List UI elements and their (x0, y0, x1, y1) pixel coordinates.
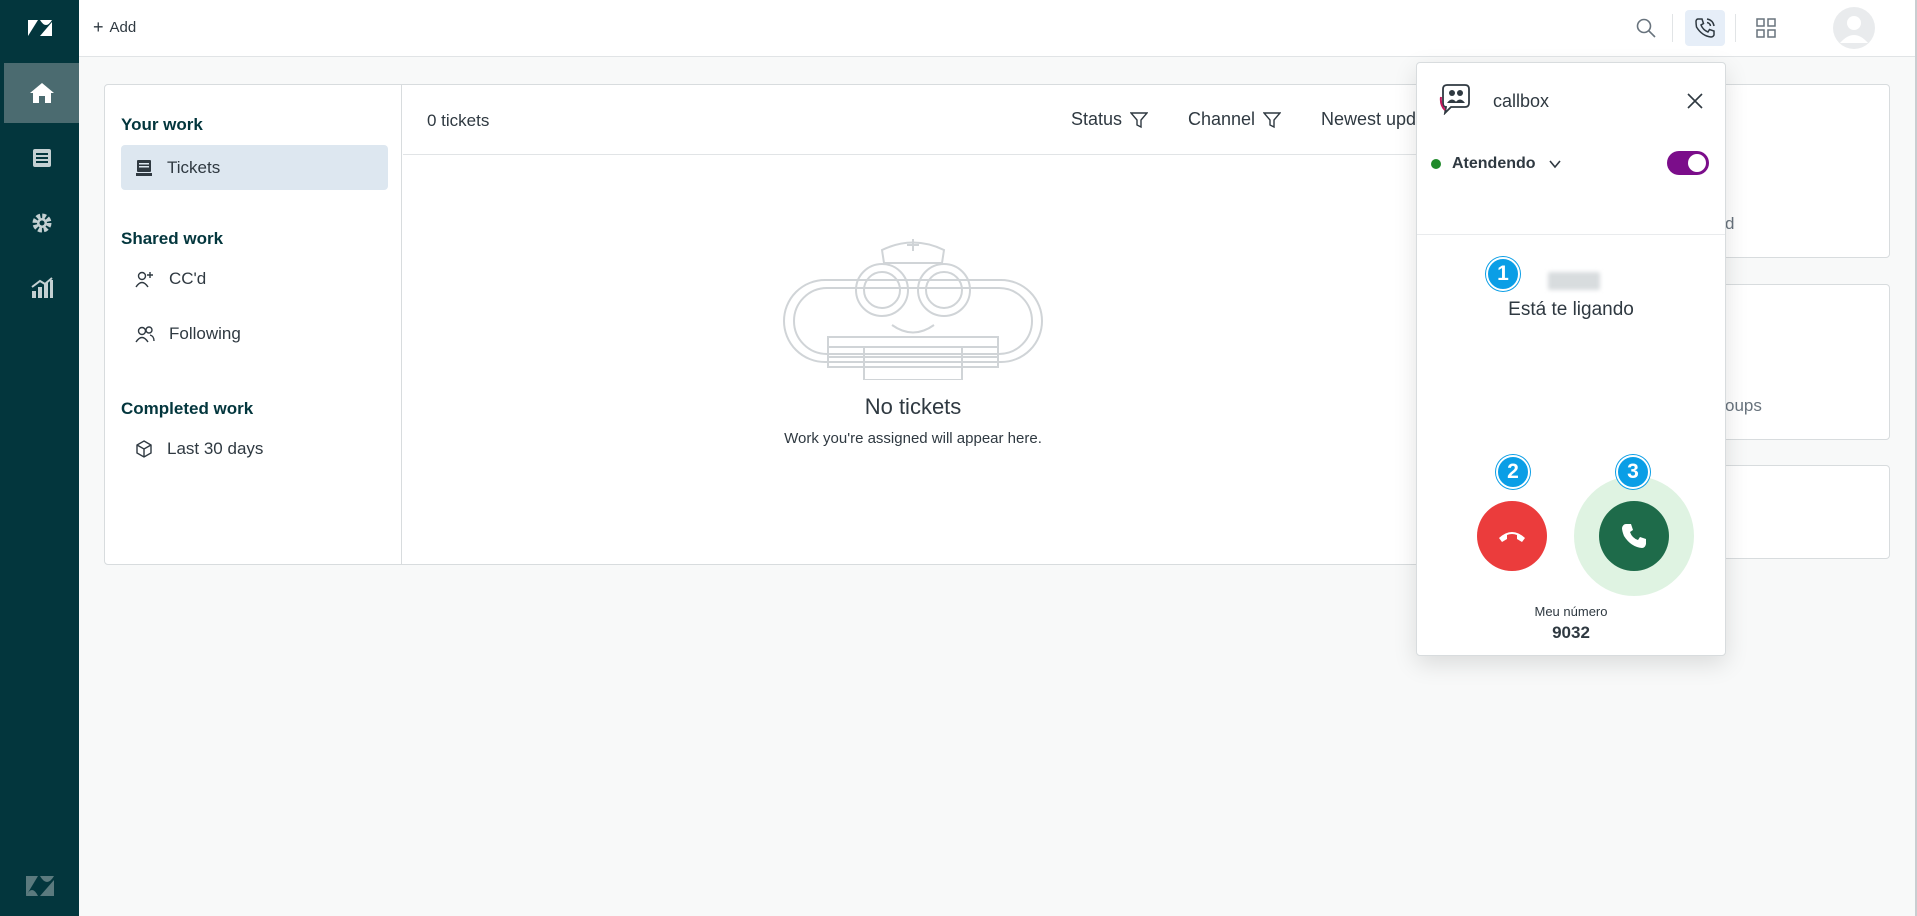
shared-work-heading: Shared work (121, 229, 224, 248)
zendesk-logo-icon[interactable] (0, 0, 79, 56)
gear-icon[interactable] (4, 193, 79, 253)
search-icon[interactable] (1626, 10, 1666, 46)
reporting-icon[interactable] (4, 258, 79, 318)
top-bar: + Add (79, 0, 1917, 57)
topbar-divider (1735, 14, 1736, 42)
step-badge-1: 1 (1486, 257, 1520, 291)
avatar[interactable] (1833, 7, 1875, 49)
empty-state: No tickets Work you're assigned will app… (403, 235, 1423, 447)
users-icon (135, 325, 155, 342)
plus-icon: + (93, 17, 104, 37)
status-dropdown[interactable]: Atendendo (1452, 155, 1536, 173)
topbar-divider (1672, 14, 1673, 42)
agent-status: Atendendo (1431, 151, 1715, 177)
status-dot-icon (1431, 159, 1441, 169)
empty-subtitle: Work you're assigned will appear here. (784, 430, 1042, 447)
phone-answer-icon (1622, 524, 1646, 548)
filter-label: Status (1071, 109, 1123, 129)
hang-up-icon (1499, 532, 1525, 542)
sidebar-item-label: CC'd (169, 268, 207, 288)
sort-dropdown[interactable]: Newest upda (1321, 109, 1426, 130)
zendesk-z-icon (0, 866, 79, 906)
availability-toggle[interactable] (1667, 151, 1709, 175)
add-button-label: Add (109, 18, 137, 36)
apps-icon[interactable] (1746, 10, 1786, 46)
toggle-knob (1688, 154, 1706, 172)
completed-work-heading: Completed work (121, 399, 254, 418)
sidebar-item-tickets[interactable]: Tickets (121, 145, 388, 190)
tickets-panel: Your work Tickets Shared work CC'd Follo… (104, 84, 1426, 565)
caller-status: Está te ligando (1508, 299, 1634, 320)
cube-icon (136, 439, 152, 458)
ticket-list-header: 0 tickets Status Channel Newest upda (403, 85, 1426, 155)
sidebar-item-label: Last 30 days (167, 438, 264, 458)
widget-card (1700, 465, 1890, 559)
sidebar-item-label: Tickets (167, 157, 221, 177)
reject-call-button[interactable] (1477, 501, 1547, 571)
close-icon[interactable] (1685, 91, 1705, 111)
filter-icon (1130, 111, 1149, 128)
status-filter[interactable]: Status (1071, 109, 1149, 130)
views-icon[interactable] (4, 128, 79, 188)
sort-label: Newest upda (1321, 109, 1427, 129)
callbox-header: callbox (1417, 63, 1725, 121)
filter-icon (1263, 111, 1282, 128)
inbox-icon (136, 159, 152, 176)
accept-call-button[interactable] (1599, 501, 1669, 571)
sidebar-item-last-30-days[interactable]: Last 30 days (121, 426, 388, 471)
sidebar-item-label: Following (169, 323, 241, 343)
my-number: 9032 (1552, 623, 1590, 642)
filter-label: Channel (1188, 109, 1256, 129)
callbox-popup: callbox Atendendo 1 Está te ligando 2 3 … (1416, 62, 1726, 656)
phone-icon[interactable] (1685, 10, 1725, 46)
empty-title: No tickets (864, 394, 962, 419)
sidebar-item-following[interactable]: Following (121, 311, 388, 356)
nav-rail (0, 0, 79, 916)
my-number-label: Meu número (1534, 604, 1608, 619)
callbox-logo-icon (1439, 84, 1470, 115)
chevron-down-icon[interactable] (1548, 157, 1562, 171)
your-work-heading: Your work (121, 115, 203, 134)
step-badge-2: 2 (1496, 455, 1530, 489)
widget-card-text: d (1725, 214, 1735, 233)
home-icon[interactable] (4, 63, 79, 123)
step-badge-3: 3 (1616, 455, 1650, 489)
channel-filter[interactable]: Channel (1188, 109, 1282, 130)
caller-name-blurred (1548, 272, 1600, 290)
user-plus-icon (135, 271, 153, 287)
add-button[interactable]: + Add (93, 16, 136, 38)
work-sidebar: Your work Tickets Shared work CC'd Follo… (105, 85, 402, 564)
binoculars-illustration-icon (783, 239, 1043, 380)
widget-card: d (1700, 84, 1890, 258)
divider (1417, 234, 1725, 235)
sidebar-item-ccd[interactable]: CC'd (121, 256, 388, 301)
tickets-count: 0 tickets (427, 111, 490, 130)
widget-card: oups (1700, 284, 1890, 440)
widget-card-text: oups (1725, 396, 1762, 415)
callbox-title: callbox (1493, 91, 1550, 111)
